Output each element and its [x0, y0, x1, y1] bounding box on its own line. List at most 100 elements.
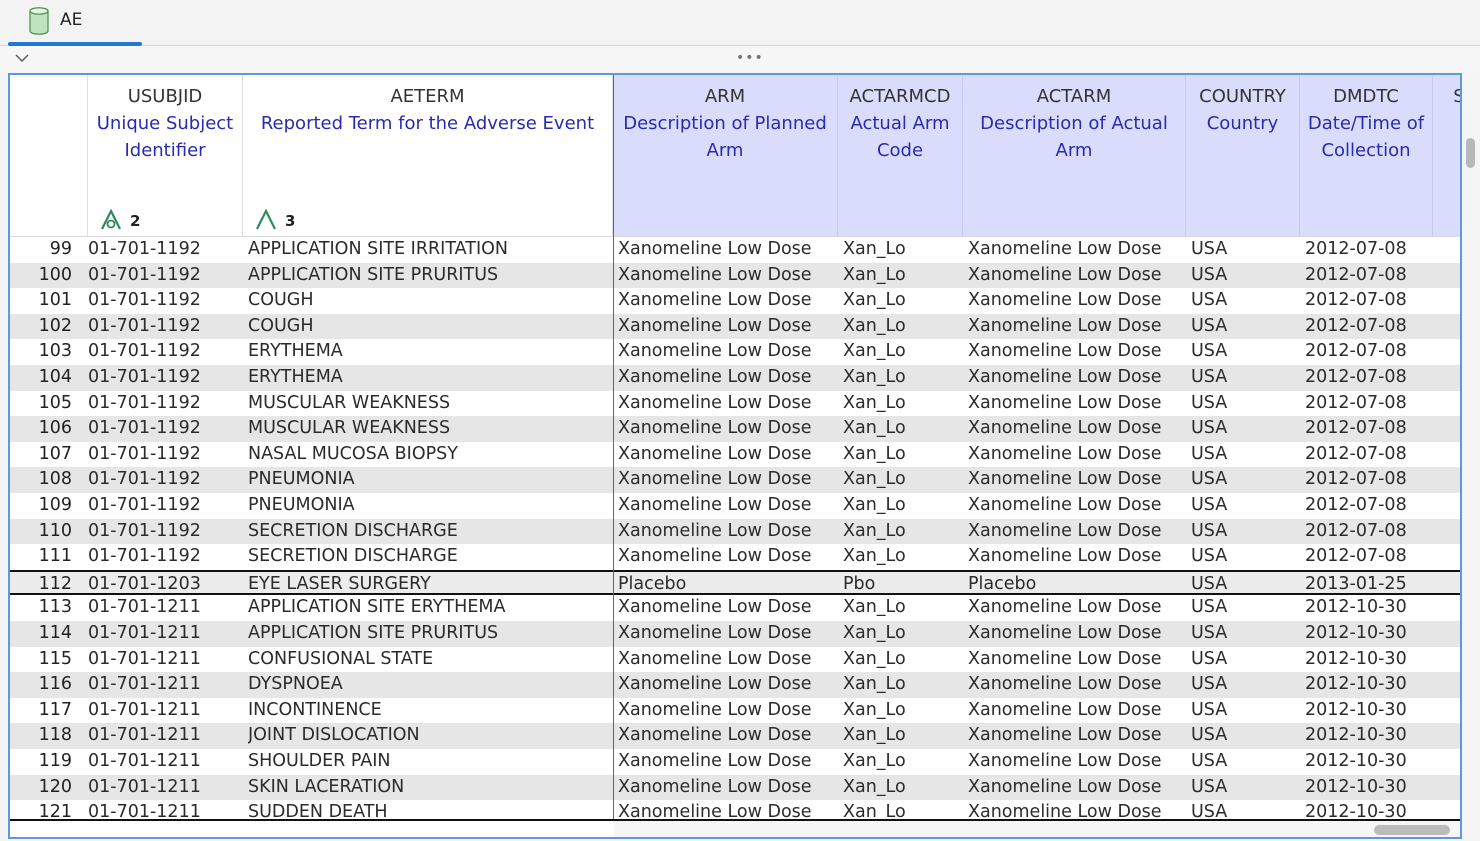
cell-actarmcd: Xan_Lo: [843, 367, 906, 387]
cell-arm: Xanomeline Low Dose: [618, 367, 812, 387]
sort-icon[interactable]: [255, 209, 277, 231]
column-code: USUBJID: [127, 86, 203, 107]
column-description: Date/Time of Collection: [1307, 113, 1425, 161]
table-row[interactable]: 108 01-701-1192 PNEUMONIA Xanomeline Low Do…: [10, 467, 1460, 493]
cell-arm: Xanomeline Low Dose: [618, 776, 812, 797]
cell-dmdtc: 2012-10-30: [1305, 776, 1407, 797]
column-description: Country: [1206, 113, 1279, 134]
cell-arm: Xanomeline Low Dose: [618, 674, 812, 695]
column-header-actarmcd[interactable]: ACTARMCD Actual Arm Code: [838, 75, 963, 237]
cell-country: USA: [1191, 341, 1228, 362]
row-header-corner: [10, 75, 88, 237]
column-header-arm[interactable]: ARM Description of Planned Arm: [613, 75, 838, 237]
table-row[interactable]: 101 01-701-1192 COUGH Xanomeline Low Dose Xa…: [10, 288, 1460, 314]
horizontal-scrollbar[interactable]: [614, 821, 1460, 837]
cell-arm: Xanomeline Low Dose: [618, 341, 812, 362]
table-row[interactable]: 119 01-701-1211 SHOULDER PAIN Xanomeline Lo…: [10, 749, 1460, 775]
table-row[interactable]: 107 01-701-1192 NASAL MUCOSA BIOPSY Xanomel…: [10, 442, 1460, 468]
cell-arm: Xanomeline Low Dose: [618, 315, 812, 336]
row-number: 108: [38, 469, 72, 490]
table-row[interactable]: 114 01-701-1211 APPLICATION SITE PRURITUS X…: [10, 621, 1460, 647]
table-row[interactable]: 109 01-701-1192 PNEUMONIA Xanomeline Low Do…: [10, 493, 1460, 519]
row-number: 112: [38, 573, 72, 594]
cell-dmdtc: 2012-07-08: [1305, 418, 1407, 439]
tab-ae[interactable]: AE: [8, 0, 142, 46]
cell-aeterm: NASAL MUCOSA BIOPSY: [248, 443, 458, 464]
cell-actarm: Xanomeline Low Dose: [968, 239, 1162, 259]
cell-usubjid: 01-701-1203: [88, 573, 201, 594]
cell-aeterm: SKIN LACERATION: [248, 776, 405, 797]
cell-usubjid: 01-701-1192: [88, 264, 201, 285]
cell-dmdtc: 2012-10-30: [1305, 597, 1407, 618]
column-description: Description of Planned Arm: [623, 113, 827, 161]
cell-dmdtc: 2012-07-08: [1305, 495, 1407, 515]
column-header-dmdtc[interactable]: DMDTC Date/Time of Collection: [1300, 75, 1433, 237]
cell-actarm: Xanomeline Low Dose: [968, 623, 1162, 643]
row-number: 107: [38, 443, 72, 464]
cell-dmdtc: 2012-07-08: [1305, 239, 1407, 259]
cell-actarmcd: Xan_Lo: [843, 751, 906, 771]
vertical-scrollbar[interactable]: [1462, 73, 1480, 839]
cell-country: USA: [1191, 469, 1228, 490]
vertical-scroll-thumb[interactable]: [1466, 138, 1475, 168]
data-grid[interactable]: USUBJID Unique Subject Identifier 2 AETERM R…: [8, 73, 1462, 839]
table-row[interactable]: 112 01-701-1203 EYE LASER SURGERY Placebo Pb…: [10, 569, 1460, 596]
row-number: 117: [38, 699, 72, 720]
column-header-country[interactable]: COUNTRY Country: [1186, 75, 1300, 237]
column-header-usubjid[interactable]: USUBJID Unique Subject Identifier 2: [88, 75, 243, 237]
column-header-actarm[interactable]: ACTARM Description of Actual Arm: [963, 75, 1186, 237]
cell-aeterm: SHOULDER PAIN: [248, 751, 391, 771]
cell-actarmcd: Xan_Lo: [843, 674, 906, 695]
table-row[interactable]: 116 01-701-1211 DYSPNOEA Xanomeline Low Dos…: [10, 672, 1460, 698]
column-code: ARM: [704, 86, 746, 107]
cell-arm: Xanomeline Low Dose: [618, 239, 812, 259]
column-description: (: [1433, 110, 1460, 137]
sort-icon[interactable]: [100, 209, 122, 231]
cell-dmdtc: 2012-07-08: [1305, 520, 1407, 541]
cell-usubjid: 01-701-1211: [88, 751, 201, 771]
cell-usubjid: 01-701-1211: [88, 802, 201, 823]
cell-country: USA: [1191, 239, 1228, 259]
cell-arm: Xanomeline Low Dose: [618, 392, 812, 413]
column-header-aeterm[interactable]: AETERM Reported Term for the Adverse Even…: [243, 75, 613, 237]
cell-aeterm: APPLICATION SITE PRURITUS: [248, 623, 499, 643]
table-row[interactable]: 117 01-701-1211 INCONTINENCE Xanomeline Low…: [10, 698, 1460, 724]
cell-aeterm: ERYTHEMA: [248, 367, 343, 387]
table-row[interactable]: 105 01-701-1192 MUSCULAR WEAKNESS Xanomelin…: [10, 391, 1460, 417]
table-row[interactable]: 113 01-701-1211 APPLICATION SITE ERYTHEMA X…: [10, 595, 1460, 621]
table-row[interactable]: 102 01-701-1192 COUGH Xanomeline Low Dose Xa…: [10, 313, 1460, 340]
table-row[interactable]: 106 01-701-1192 MUSCULAR WEAKNESS Xanomelin…: [10, 416, 1460, 442]
row-number: 106: [38, 418, 72, 439]
cell-country: USA: [1191, 290, 1228, 311]
cell-dmdtc: 2012-07-08: [1305, 546, 1407, 567]
cell-arm: Xanomeline Low Dose: [618, 520, 812, 541]
row-number: 114: [38, 623, 72, 643]
column-header-st[interactable]: St(: [1433, 75, 1460, 237]
cell-actarm: Xanomeline Low Dose: [968, 392, 1162, 413]
row-number: 103: [38, 341, 72, 362]
cell-usubjid: 01-701-1192: [88, 392, 201, 413]
cell-actarm: Xanomeline Low Dose: [968, 418, 1162, 439]
table-row[interactable]: 111 01-701-1192 SECRETION DISCHARGE Xanomel…: [10, 544, 1460, 570]
table-row[interactable]: 99 01-701-1192 APPLICATION SITE IRRITATION…: [10, 237, 1460, 263]
cell-usubjid: 01-701-1211: [88, 699, 201, 720]
table-row[interactable]: 120 01-701-1211 SKIN LACERATION Xanomeline …: [10, 774, 1460, 801]
cell-dmdtc: 2012-10-30: [1305, 623, 1407, 643]
table-row[interactable]: 100 01-701-1192 APPLICATION SITE PRURITUS X…: [10, 262, 1460, 289]
cell-arm: Xanomeline Low Dose: [618, 648, 812, 669]
row-number: 99: [49, 239, 72, 259]
cell-actarm: Xanomeline Low Dose: [968, 699, 1162, 720]
more-dots-icon[interactable]: •••: [736, 50, 764, 66]
row-number: 104: [38, 367, 72, 387]
table-row[interactable]: 115 01-701-1211 CONFUSIONAL STATE Xanomelin…: [10, 647, 1460, 673]
cell-usubjid: 01-701-1192: [88, 495, 201, 515]
table-row[interactable]: 118 01-701-1211 JOINT DISLOCATION Xanomelin…: [10, 723, 1460, 749]
horizontal-scroll-thumb[interactable]: [1374, 825, 1450, 835]
table-row[interactable]: 110 01-701-1192 SECRETION DISCHARGE Xanomel…: [10, 518, 1460, 545]
cell-aeterm: INCONTINENCE: [248, 699, 382, 720]
table-row[interactable]: 104 01-701-1192 ERYTHEMA Xanomeline Low Dos…: [10, 365, 1460, 391]
cell-dmdtc: 2012-07-08: [1305, 315, 1407, 336]
table-row[interactable]: 103 01-701-1192 ERYTHEMA Xanomeline Low Dos…: [10, 339, 1460, 365]
chevron-down-icon[interactable]: [14, 50, 30, 66]
column-code: St: [1433, 83, 1460, 110]
